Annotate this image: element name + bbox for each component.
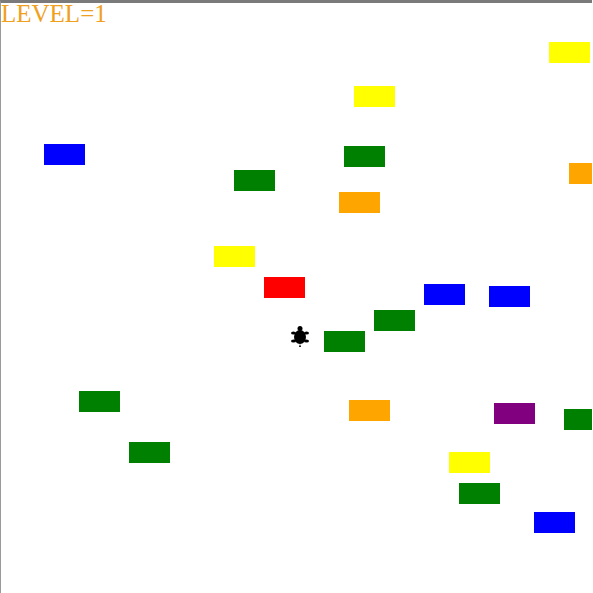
block bbox=[494, 403, 535, 424]
block bbox=[534, 512, 575, 533]
turtle-icon bbox=[290, 325, 310, 347]
block bbox=[569, 163, 592, 184]
block bbox=[44, 144, 85, 165]
block bbox=[549, 42, 590, 63]
block bbox=[79, 391, 120, 412]
block bbox=[449, 452, 490, 473]
block bbox=[349, 400, 390, 421]
block bbox=[354, 86, 395, 107]
block bbox=[424, 284, 465, 305]
block bbox=[234, 170, 275, 191]
block bbox=[339, 192, 380, 213]
block bbox=[214, 246, 255, 267]
block bbox=[374, 310, 415, 331]
block bbox=[129, 442, 170, 463]
block bbox=[324, 331, 365, 352]
block bbox=[264, 277, 305, 298]
block bbox=[344, 146, 385, 167]
block bbox=[459, 483, 500, 504]
level-label: LEVEL=1 bbox=[1, 0, 107, 29]
block bbox=[564, 409, 592, 430]
game-canvas: LEVEL=1 bbox=[0, 0, 592, 593]
block bbox=[489, 286, 530, 307]
